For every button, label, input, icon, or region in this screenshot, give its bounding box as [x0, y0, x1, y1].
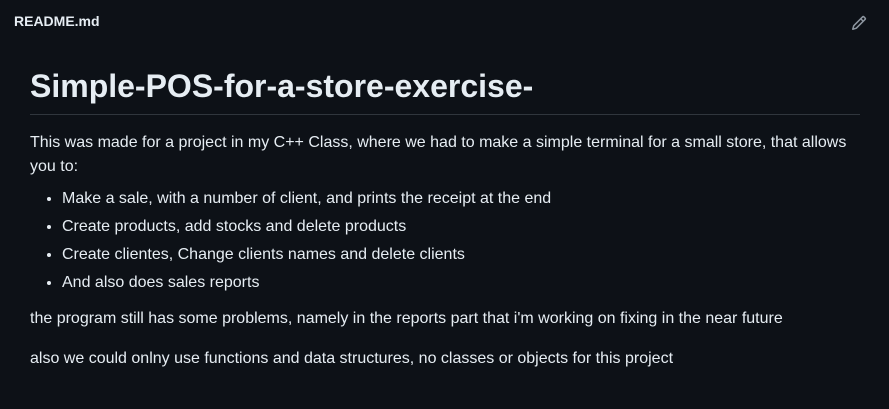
- list-item: Create clientes, Change clients names an…: [62, 243, 860, 267]
- list-item: And also does sales reports: [62, 271, 860, 295]
- readme-title: Simple-POS-for-a-store-exercise-: [30, 44, 860, 115]
- readme-header: README.md: [0, 0, 889, 44]
- pencil-icon: [851, 15, 867, 31]
- constraints-paragraph: also we could onlny use functions and da…: [30, 350, 674, 367]
- edit-file-button[interactable]: [846, 10, 872, 36]
- list-item: Create products, add stocks and delete p…: [62, 215, 860, 239]
- intro-paragraph: This was made for a project in my C++ Cl…: [30, 134, 847, 175]
- readme-article: Simple-POS-for-a-store-exercise- This wa…: [30, 44, 860, 371]
- list-item: Make a sale, with a number of client, an…: [62, 187, 860, 211]
- problems-paragraph: the program still has some problems, nam…: [30, 310, 783, 327]
- feature-list: Make a sale, with a number of client, an…: [30, 187, 860, 295]
- readme-panel: README.md Simple-POS-for-a-store-exercis…: [0, 0, 889, 409]
- readme-filename: README.md: [14, 13, 100, 29]
